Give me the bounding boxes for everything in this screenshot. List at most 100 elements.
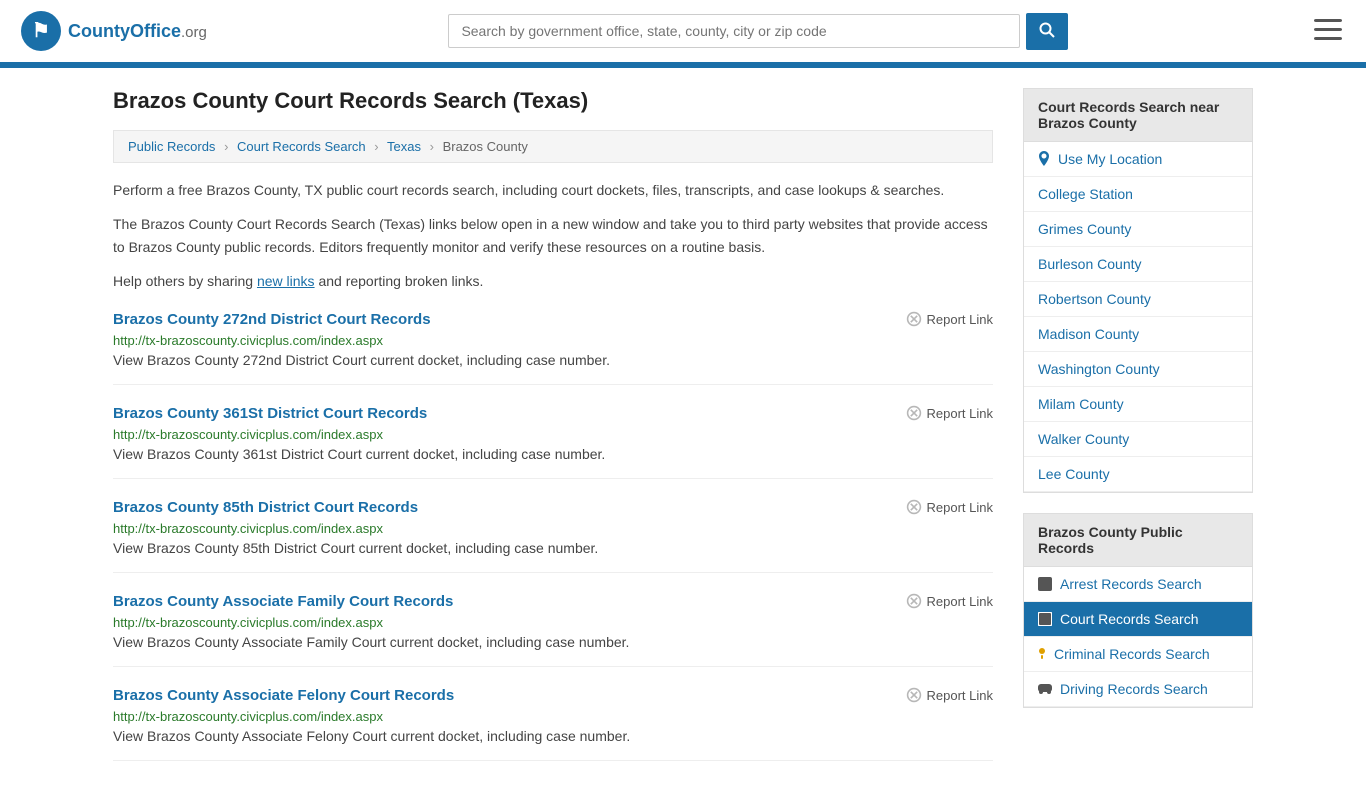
nearby-link-label: Milam County — [1038, 396, 1124, 412]
public-records-list-item: Arrest Records Search — [1024, 567, 1252, 602]
record-url[interactable]: http://tx-brazoscounty.civicplus.com/ind… — [113, 333, 383, 348]
nearby-list-item: Madison County — [1024, 317, 1252, 352]
public-records-link[interactable]: Court Records Search — [1024, 602, 1252, 636]
breadcrumb-texas[interactable]: Texas — [387, 139, 421, 154]
logo-icon: ⚑ — [20, 10, 62, 52]
breadcrumb-court-records[interactable]: Court Records Search — [237, 139, 366, 154]
report-link-button[interactable]: Report Link — [906, 311, 993, 327]
record-title-link[interactable]: Brazos County Associate Family Court Rec… — [113, 593, 453, 610]
report-link-label: Report Link — [927, 312, 993, 327]
nearby-link[interactable]: Washington County — [1024, 352, 1252, 386]
nearby-link-label: Grimes County — [1038, 221, 1131, 237]
sidebar: Court Records Search near Brazos County … — [1023, 88, 1253, 781]
nearby-link[interactable]: Robertson County — [1024, 282, 1252, 316]
hamburger-menu-button[interactable] — [1310, 15, 1346, 48]
record-desc: View Brazos County Associate Felony Cour… — [113, 728, 993, 744]
nearby-list-item: Burleson County — [1024, 247, 1252, 282]
report-link-button[interactable]: Report Link — [906, 687, 993, 703]
record-title-link[interactable]: Brazos County 272nd District Court Recor… — [113, 311, 431, 328]
public-records-links-list: Arrest Records Search Court Records Searc… — [1023, 566, 1253, 708]
nearby-list-item: Milam County — [1024, 387, 1252, 422]
nearby-link[interactable]: Use My Location — [1024, 142, 1252, 176]
description-para1: Perform a free Brazos County, TX public … — [113, 179, 993, 201]
nearby-section: Court Records Search near Brazos County … — [1023, 88, 1253, 493]
public-records-link-label: Criminal Records Search — [1054, 646, 1210, 662]
nearby-link[interactable]: Walker County — [1024, 422, 1252, 456]
nearby-links-list: Use My Location College Station Grimes Cou… — [1023, 141, 1253, 493]
nearby-link-label: College Station — [1038, 186, 1133, 202]
nearby-link-label: Walker County — [1038, 431, 1129, 447]
criminal-icon — [1038, 647, 1046, 661]
public-records-link[interactable]: Driving Records Search — [1024, 672, 1252, 706]
site-header: ⚑ CountyOffice.org — [0, 0, 1366, 65]
record-url[interactable]: http://tx-brazoscounty.civicplus.com/ind… — [113, 427, 383, 442]
report-icon — [906, 593, 922, 609]
public-records-link[interactable]: Criminal Records Search — [1024, 637, 1252, 671]
report-icon — [906, 687, 922, 703]
nearby-list-item: Use My Location — [1024, 142, 1252, 177]
para3-prefix: Help others by sharing — [113, 273, 257, 289]
search-button[interactable] — [1026, 13, 1068, 50]
logo-text: CountyOffice.org — [68, 21, 207, 42]
nearby-link-label: Robertson County — [1038, 291, 1151, 307]
court-icon — [1038, 612, 1052, 626]
record-title-link[interactable]: Brazos County 361St District Court Recor… — [113, 405, 427, 422]
driving-icon — [1038, 684, 1052, 694]
record-title-link[interactable]: Brazos County Associate Felony Court Rec… — [113, 687, 454, 704]
nearby-link-label: Lee County — [1038, 466, 1110, 482]
svg-text:⚑: ⚑ — [32, 20, 50, 42]
breadcrumb-public-records[interactable]: Public Records — [128, 139, 215, 154]
record-desc: View Brazos County 272nd District Court … — [113, 352, 993, 368]
public-records-link[interactable]: Arrest Records Search — [1024, 567, 1252, 601]
breadcrumb: Public Records › Court Records Search › … — [113, 130, 993, 163]
location-icon — [1038, 151, 1050, 167]
nearby-link[interactable]: Madison County — [1024, 317, 1252, 351]
arrest-icon — [1038, 577, 1052, 591]
nearby-link[interactable]: Lee County — [1024, 457, 1252, 491]
main-container: Brazos County Court Records Search (Texa… — [93, 68, 1273, 801]
nearby-link[interactable]: College Station — [1024, 177, 1252, 211]
nearby-list-item: Grimes County — [1024, 212, 1252, 247]
report-link-button[interactable]: Report Link — [906, 405, 993, 421]
record-url[interactable]: http://tx-brazoscounty.civicplus.com/ind… — [113, 615, 383, 630]
nearby-link-label: Washington County — [1038, 361, 1160, 377]
record-title-link[interactable]: Brazos County 85th District Court Record… — [113, 499, 418, 516]
record-desc: View Brazos County 361st District Court … — [113, 446, 993, 462]
nearby-link-label: Burleson County — [1038, 256, 1142, 272]
record-entry: Brazos County 272nd District Court Recor… — [113, 311, 993, 385]
report-link-label: Report Link — [927, 594, 993, 609]
public-records-list-item: Criminal Records Search — [1024, 637, 1252, 672]
search-input[interactable] — [448, 14, 1020, 48]
public-records-link-label: Driving Records Search — [1060, 681, 1208, 697]
nearby-list-item: Washington County — [1024, 352, 1252, 387]
logo-area: ⚑ CountyOffice.org — [20, 10, 207, 52]
new-links-link[interactable]: new links — [257, 273, 315, 289]
report-link-label: Report Link — [927, 688, 993, 703]
search-area — [448, 13, 1068, 50]
nearby-link[interactable]: Grimes County — [1024, 212, 1252, 246]
search-icon — [1039, 22, 1055, 38]
report-link-button[interactable]: Report Link — [906, 499, 993, 515]
breadcrumb-sep2: › — [374, 139, 378, 154]
record-entry: Brazos County Associate Family Court Rec… — [113, 593, 993, 667]
breadcrumb-current: Brazos County — [443, 139, 528, 154]
report-link-button[interactable]: Report Link — [906, 593, 993, 609]
nearby-list-item: Walker County — [1024, 422, 1252, 457]
record-entry: Brazos County Associate Felony Court Rec… — [113, 687, 993, 761]
record-url[interactable]: http://tx-brazoscounty.civicplus.com/ind… — [113, 709, 383, 724]
public-records-section-title: Brazos County Public Records — [1023, 513, 1253, 566]
report-icon — [906, 405, 922, 421]
nearby-link[interactable]: Milam County — [1024, 387, 1252, 421]
nearby-section-title: Court Records Search near Brazos County — [1023, 88, 1253, 141]
nearby-link-label: Madison County — [1038, 326, 1139, 342]
description-para2: The Brazos County Court Records Search (… — [113, 213, 993, 258]
report-link-label: Report Link — [927, 406, 993, 421]
report-link-label: Report Link — [927, 500, 993, 515]
record-desc: View Brazos County Associate Family Cour… — [113, 634, 993, 650]
record-url[interactable]: http://tx-brazoscounty.civicplus.com/ind… — [113, 521, 383, 536]
public-records-link-label: Court Records Search — [1060, 611, 1199, 627]
report-icon — [906, 499, 922, 515]
nearby-link[interactable]: Burleson County — [1024, 247, 1252, 281]
page-title: Brazos County Court Records Search (Texa… — [113, 88, 993, 114]
content-area: Brazos County Court Records Search (Texa… — [113, 88, 993, 781]
